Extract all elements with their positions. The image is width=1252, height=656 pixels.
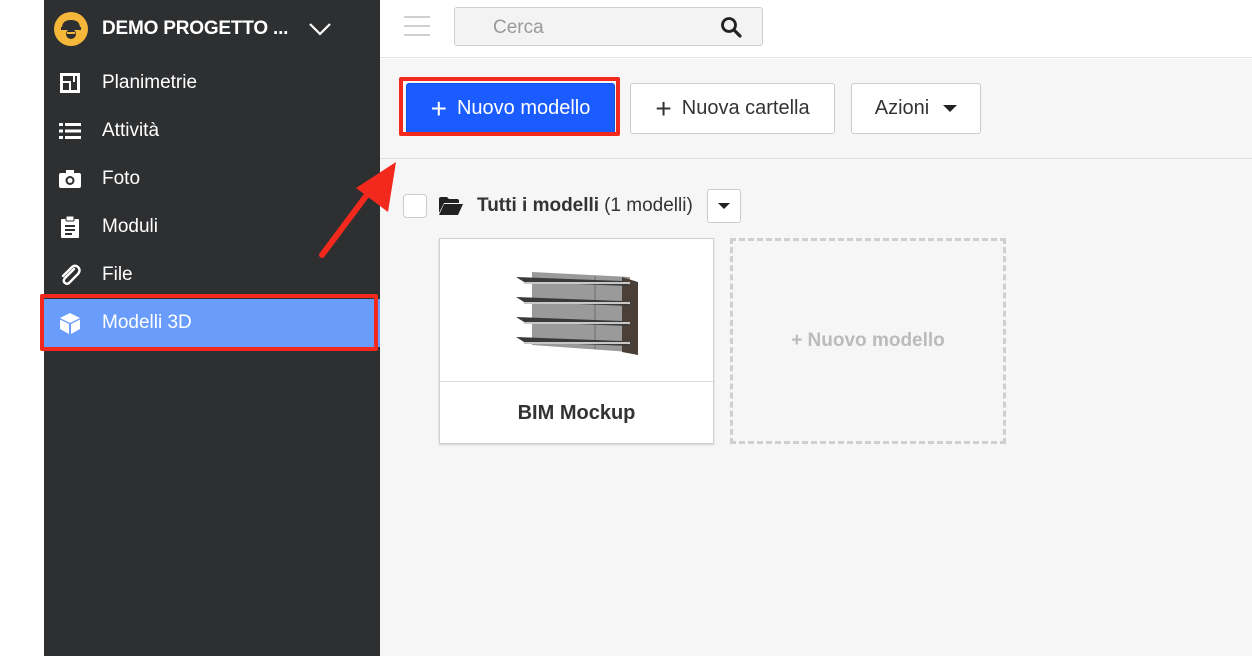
select-all-checkbox[interactable]: [403, 194, 427, 218]
model-card[interactable]: BIM Mockup: [439, 238, 714, 444]
paperclip-icon: [58, 263, 82, 287]
floorplan-icon: [58, 71, 82, 95]
model-card-title: BIM Mockup: [517, 401, 636, 424]
clipboard-icon: [58, 215, 82, 239]
plus-icon: +: [655, 92, 672, 124]
highlight-box-sidebar: [40, 294, 378, 351]
bim-model-image: [516, 272, 638, 355]
search-input[interactable]: Cerca: [454, 7, 763, 46]
annotation-arrow-icon: [319, 162, 396, 258]
folder-count: (1 modelli): [604, 195, 693, 216]
divider: [380, 158, 1252, 159]
model-thumbnail: [440, 239, 713, 382]
new-folder-button[interactable]: + Nuova cartella: [630, 83, 835, 134]
sidebar-item-attivita[interactable]: Attività: [44, 107, 380, 155]
camera-icon: [58, 167, 82, 191]
highlight-box-button: [399, 77, 620, 136]
new-folder-label: Nuova cartella: [681, 97, 810, 119]
hamburger-menu-icon[interactable]: [404, 16, 430, 36]
top-bar: Cerca: [380, 0, 1252, 58]
sidebar-item-planimetrie[interactable]: Planimetrie: [44, 59, 380, 107]
sidebar-item-label: Foto: [102, 168, 141, 189]
sidebar-item-label: Attività: [102, 120, 160, 141]
project-name: DEMO PROGETTO ...: [102, 18, 289, 39]
actions-dropdown[interactable]: Azioni: [851, 83, 981, 134]
folder-header: Tutti i modelli (1 modelli): [403, 189, 741, 223]
list-icon: [58, 119, 82, 143]
project-selector[interactable]: DEMO PROGETTO ...: [44, 0, 380, 58]
folder-menu-button[interactable]: [706, 189, 741, 223]
chevron-down-icon[interactable]: [308, 22, 332, 36]
folder-open-icon: [439, 197, 463, 215]
main-content: + Nuovo modello + Nuova cartella Azioni …: [380, 59, 1252, 656]
search-placeholder: Cerca: [493, 17, 544, 38]
sidebar-item-label: Moduli: [102, 216, 158, 237]
search-icon[interactable]: [720, 16, 742, 43]
folder-title: Tutti i modelli: [477, 195, 600, 216]
worker-helmet-icon: [54, 12, 88, 46]
caret-down-icon: [943, 105, 958, 112]
sidebar-item-label: File: [102, 264, 133, 285]
new-model-card[interactable]: + Nuovo modello: [730, 238, 1006, 444]
actions-label: Azioni: [874, 97, 930, 119]
caret-down-icon: [717, 203, 730, 209]
sidebar-item-label: Planimetrie: [102, 72, 198, 93]
